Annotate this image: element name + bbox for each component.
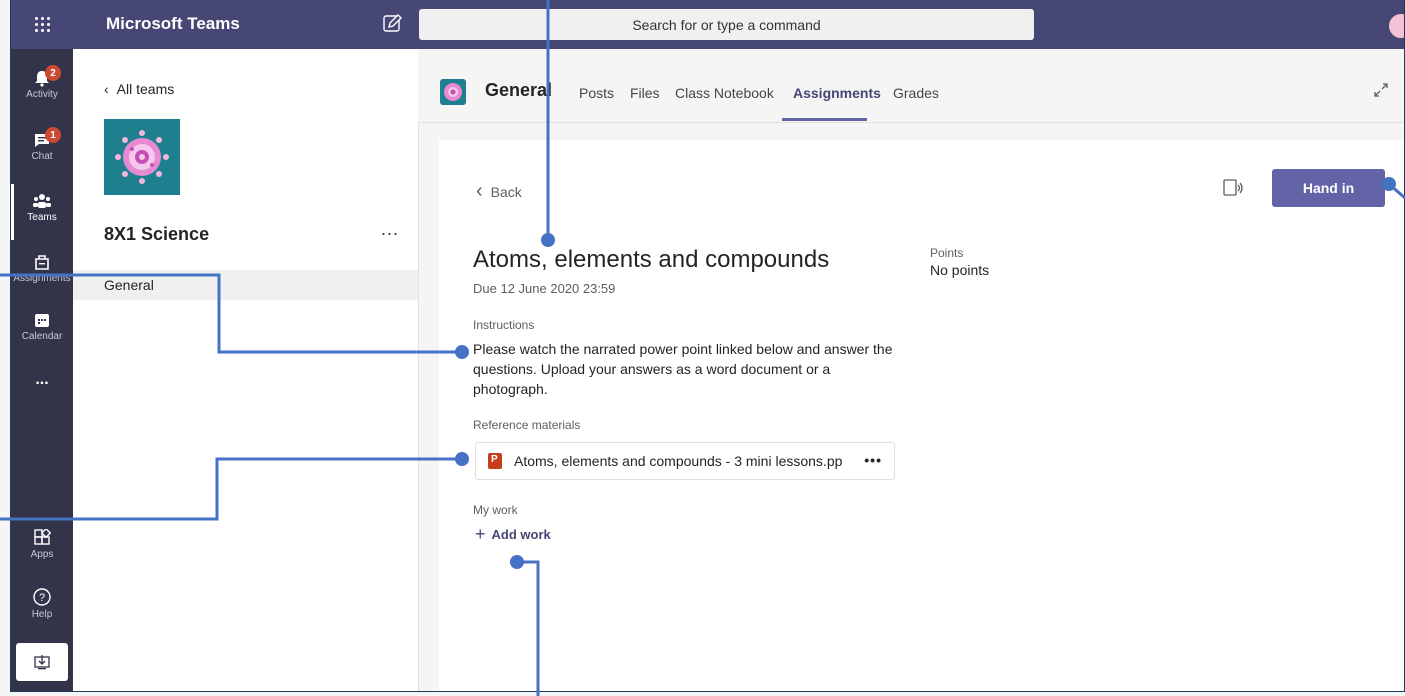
tab-files[interactable]: Files — [630, 85, 660, 101]
compose-icon[interactable] — [380, 12, 404, 36]
rail-item-label: Help — [31, 609, 53, 620]
expand-icon[interactable] — [1372, 81, 1390, 99]
calendar-icon — [35, 314, 49, 327]
rail-item-apps[interactable]: Apps — [11, 529, 73, 560]
rail-item-calendar[interactable]: Calendar — [11, 311, 73, 342]
top-bar: Microsoft Teams Search for or type a com… — [11, 0, 1404, 49]
search-input[interactable]: Search for or type a command — [419, 9, 1034, 40]
assignment-card: ‹ Back Hand in Atoms, elements and compo… — [439, 140, 1404, 691]
rail-item-label: Calendar — [21, 331, 63, 342]
chevron-left-icon: ‹ — [476, 180, 483, 202]
app-launcher-button[interactable] — [11, 0, 73, 49]
channel-avatar — [440, 79, 466, 105]
cell-icon — [444, 83, 462, 101]
app-title: Microsoft Teams — [106, 14, 240, 33]
download-app-button[interactable] — [16, 643, 68, 681]
help-icon: ? — [33, 588, 51, 606]
back-button[interactable]: ‹ Back — [476, 180, 522, 203]
rail-item-label: Apps — [30, 549, 54, 560]
more-icon: ... — [35, 371, 49, 388]
tab-grades[interactable]: Grades — [893, 85, 939, 101]
rail-item-label: Chat — [31, 151, 53, 162]
svg-text:?: ? — [39, 592, 45, 604]
chat-badge: 1 — [45, 127, 61, 143]
channel-item-general[interactable]: General — [73, 270, 418, 300]
tab-class-notebook[interactable]: Class Notebook — [675, 85, 774, 101]
tab-assignments[interactable]: Assignments — [793, 85, 881, 101]
chevron-left-icon: ‹ — [104, 81, 109, 97]
channel-label: General — [104, 277, 154, 293]
instructions-text: Please watch the narrated power point li… — [473, 341, 893, 397]
avatar[interactable] — [1389, 14, 1404, 38]
rail-item-activity[interactable]: 2 Activity — [11, 65, 73, 100]
teams-panel: ‹ All teams 8X1 Science ... General — [73, 49, 419, 691]
app-rail: 2 Activity 1 Chat Teams Assignments Cale… — [11, 49, 73, 691]
add-work-button[interactable]: + Add work — [475, 524, 551, 545]
cell-icon — [115, 130, 169, 184]
assignments-icon — [35, 255, 49, 270]
add-work-label: Add work — [491, 527, 551, 542]
rail-item-help[interactable]: ? Help — [11, 587, 73, 620]
rail-item-teams[interactable]: Teams — [11, 184, 73, 240]
team-logo — [104, 119, 180, 195]
activity-badge: 2 — [45, 65, 61, 81]
channel-title: General — [485, 80, 553, 100]
points-value: No points — [930, 262, 990, 278]
my-work-label: My work — [473, 503, 518, 517]
back-label: Back — [490, 183, 522, 200]
all-teams-link[interactable]: ‹ All teams — [104, 81, 174, 97]
assignment-title: Atoms, elements and compounds — [473, 246, 830, 273]
immersive-reader-icon[interactable] — [1222, 177, 1244, 199]
download-icon — [34, 655, 50, 670]
reference-materials-label: Reference materials — [473, 418, 581, 432]
team-more-options-button[interactable]: ... — [381, 219, 399, 240]
active-tab-indicator — [782, 118, 867, 121]
due-date: Due 12 June 2020 23:59 — [473, 281, 616, 296]
reference-file-name: Atoms, elements and compounds - 3 mini l… — [514, 453, 843, 469]
rail-item-label: Assignments — [13, 273, 71, 284]
file-more-options-button[interactable]: ••• — [864, 452, 882, 468]
team-name: 8X1 Science — [104, 224, 210, 244]
rail-item-assignments[interactable]: Assignments — [11, 253, 73, 284]
channel-header: General Posts Files Class Notebook Assig… — [418, 49, 1404, 123]
hand-in-button[interactable]: Hand in — [1272, 169, 1385, 207]
rail-item-label: Teams — [27, 212, 57, 223]
plus-icon: + — [475, 524, 486, 544]
rail-item-label: Activity — [26, 89, 58, 100]
apps-icon — [34, 529, 51, 545]
teams-icon — [33, 194, 51, 208]
instructions-label: Instructions — [473, 318, 535, 332]
rail-item-chat[interactable]: 1 Chat — [11, 127, 73, 162]
rail-more-button[interactable]: ... — [11, 371, 73, 389]
reference-file[interactable]: Atoms, elements and compounds - 3 mini l… — [475, 442, 895, 480]
waffle-icon — [34, 17, 50, 32]
powerpoint-icon — [488, 453, 502, 469]
points-label: Points — [930, 246, 964, 260]
tab-posts[interactable]: Posts — [579, 85, 614, 101]
teams-window: Microsoft Teams Search for or type a com… — [10, 0, 1405, 692]
all-teams-label: All teams — [116, 81, 175, 97]
